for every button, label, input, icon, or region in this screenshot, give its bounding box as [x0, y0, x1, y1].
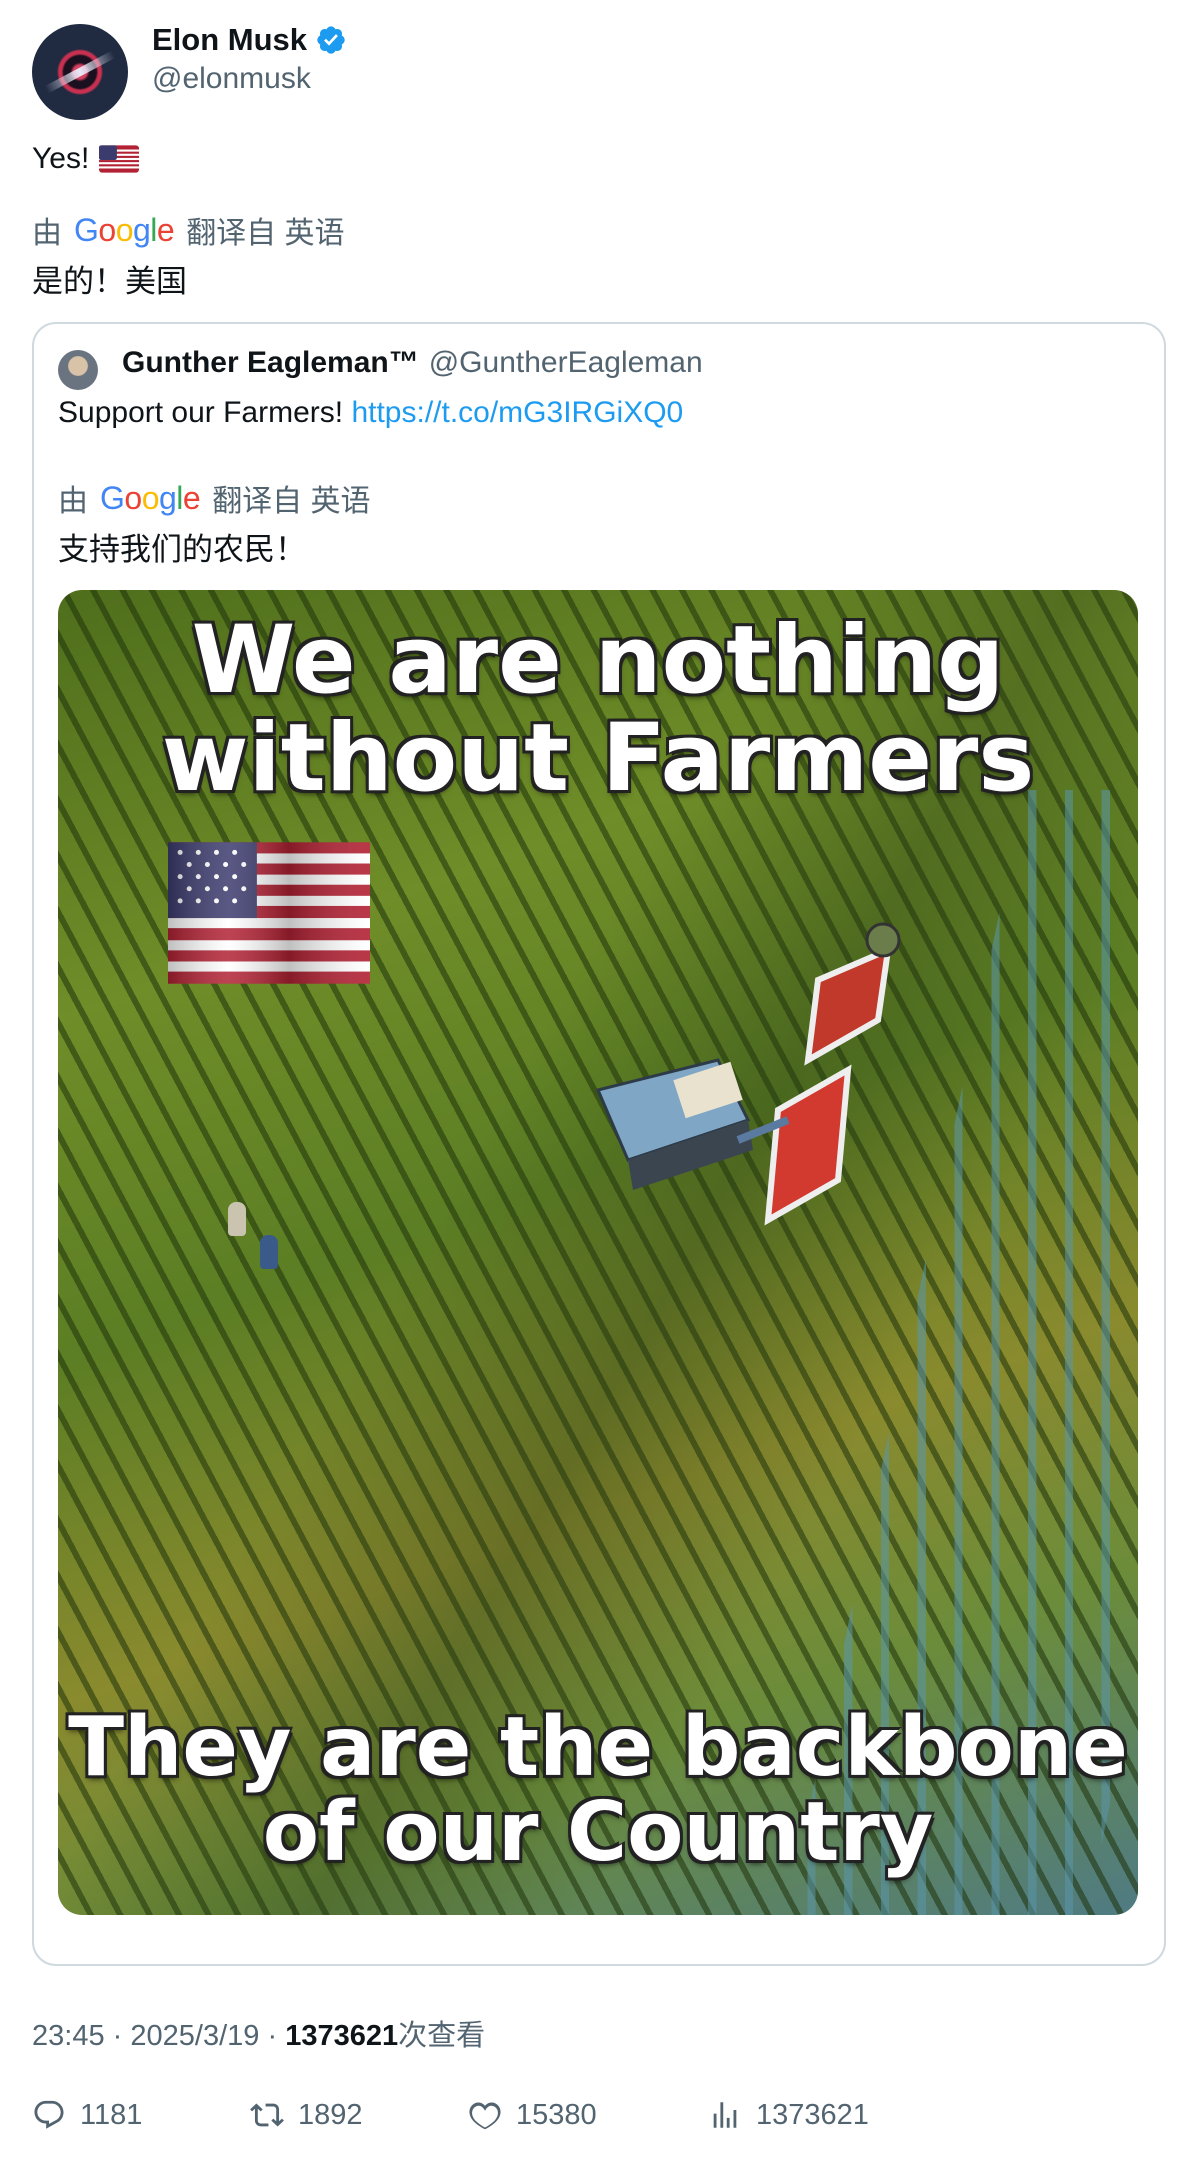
meta-separator: ·	[267, 2020, 278, 2052]
image-caption-top: We are nothing without Farmers	[58, 612, 1138, 808]
author-handle[interactable]: @elonmusk	[152, 62, 311, 96]
retweet-count: 1892	[298, 2098, 363, 2131]
image-caption-bottom-line1: They are the backbone	[68, 1700, 1128, 1795]
quote-text: Support our Farmers! https://t.co/mG3IRG…	[58, 396, 683, 430]
quoted-tweet[interactable]: Gunther Eagleman™ @GuntherEagleman Suppo…	[32, 322, 1166, 1966]
analytics-icon	[713, 2102, 737, 2128]
translation-suffix: 翻译自 英语	[186, 217, 345, 250]
translated-text: 是的！美国	[32, 264, 187, 299]
farmer-figure	[260, 1235, 278, 1269]
retweet-icon	[250, 2103, 284, 2127]
retweet-button[interactable]: 1892	[250, 2098, 363, 2132]
us-flag-emoji-icon	[99, 145, 140, 173]
view-count: 1373621	[285, 2020, 399, 2052]
tweet-text-content: Yes!	[32, 142, 90, 175]
quote-translation-suffix: 翻译自 英语	[212, 485, 371, 518]
tweet-meta: 23:45 · 2025/3/19 · 1373621次查看	[32, 2012, 485, 2054]
reply-count: 1181	[80, 2098, 143, 2131]
quote-link[interactable]: https://t.co/mG3IRGiXQ0	[351, 396, 683, 429]
quote-media-image[interactable]: We are nothing without Farmers They are …	[58, 590, 1138, 1915]
heart-icon	[469, 2102, 501, 2130]
tweet-text: Yes!	[32, 142, 140, 176]
tweet-date[interactable]: 2025/3/19	[130, 2020, 259, 2052]
tweet-time[interactable]: 23:45	[32, 2020, 105, 2052]
like-button[interactable]: 15380	[468, 2098, 597, 2132]
verified-badge-icon	[317, 26, 345, 54]
quote-name-row: Gunther Eagleman™ @GuntherEagleman	[122, 346, 703, 380]
image-caption-top-line2: without Farmers	[161, 703, 1035, 813]
quote-translation-prefix: 由	[58, 485, 88, 518]
quote-handle[interactable]: @GuntherEagleman	[429, 346, 703, 380]
author-name-row: Elon Musk	[152, 22, 347, 58]
author-avatar[interactable]	[32, 24, 128, 120]
image-caption-top-line1: We are nothing	[191, 606, 1005, 715]
image-caption-bottom: They are the backbone of our Country	[58, 1705, 1138, 1876]
google-logo: Google	[74, 211, 175, 248]
quote-google-logo: Google	[100, 479, 201, 516]
quote-translation-attribution: 由 Google 翻译自 英语	[58, 476, 371, 520]
farmer-figure	[228, 1202, 246, 1236]
action-bar: 1181 1892 15380 1373621	[32, 2098, 1162, 2148]
harvester-image	[595, 922, 901, 1226]
quote-display-name[interactable]: Gunther Eagleman™	[122, 346, 419, 380]
like-count: 15380	[516, 2098, 597, 2131]
author-display-name[interactable]: Elon Musk	[152, 22, 307, 58]
reply-button[interactable]: 1181	[32, 2098, 142, 2132]
views-button[interactable]: 1373621	[708, 2098, 869, 2132]
american-flag-image	[168, 842, 370, 984]
reply-icon	[34, 2100, 64, 2129]
tweet: Elon Musk @elonmusk Yes! 由 Google 翻译自 英语…	[0, 0, 1196, 2166]
translation-attribution: 由 Google 翻译自 英语	[32, 208, 345, 252]
view-count-suffix: 次查看	[398, 2020, 486, 2052]
image-caption-bottom-line2: of our Country	[262, 1785, 934, 1881]
quote-text-content: Support our Farmers!	[58, 396, 344, 429]
quote-avatar[interactable]	[58, 350, 98, 390]
translation-prefix: 由	[32, 217, 62, 250]
meta-separator: ·	[112, 2020, 123, 2052]
quote-translated-text: 支持我们的农民！	[58, 532, 306, 567]
views-count: 1373621	[756, 2098, 869, 2131]
